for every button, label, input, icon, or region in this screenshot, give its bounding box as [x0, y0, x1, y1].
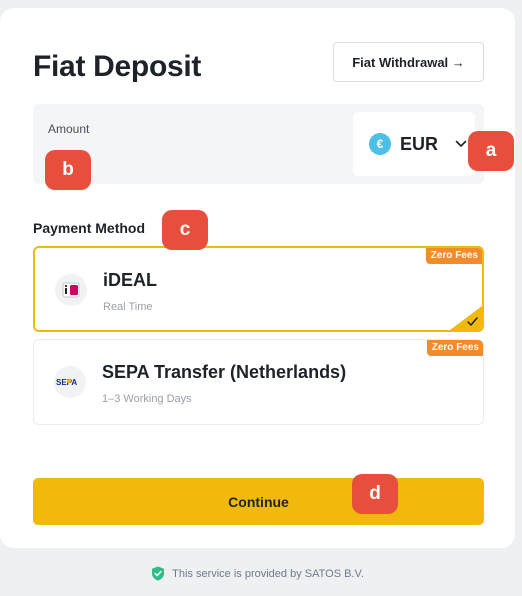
marker-d: d — [352, 474, 398, 514]
marker-b: b — [45, 150, 91, 190]
shield-check-icon — [152, 566, 165, 581]
selected-check-icon — [450, 306, 482, 330]
marker-c: c — [162, 210, 208, 250]
currency-select[interactable]: € EUR — [353, 112, 475, 176]
footer-text: This service is provided by SATOS B.V. — [172, 567, 364, 580]
method-subtitle: Real Time — [103, 301, 153, 313]
footer: This service is provided by SATOS B.V. — [0, 566, 515, 581]
fiat-withdrawal-button[interactable]: Fiat Withdrawal → — [333, 42, 484, 82]
deposit-card: Fiat Deposit Fiat Withdrawal → Amount € … — [0, 8, 515, 548]
sepa-logo-icon: SEPA — [54, 366, 86, 398]
payment-method-ideal[interactable]: iDEAL Real Time Zero Fees — [33, 246, 484, 332]
method-name: iDEAL — [103, 270, 157, 290]
svg-text:SEPA: SEPA — [56, 378, 77, 387]
amount-label: Amount — [48, 122, 90, 136]
zero-fees-badge: Zero Fees — [426, 340, 483, 356]
zero-fees-badge: Zero Fees — [425, 248, 482, 264]
currency-code: EUR — [400, 133, 439, 154]
page-title: Fiat Deposit — [33, 50, 202, 83]
payment-method-label: Payment Method — [33, 220, 146, 236]
payment-method-sepa[interactable]: SEPA SEPA Transfer (Netherlands) 1–3 Wor… — [33, 339, 484, 425]
amount-field[interactable]: Amount € EUR — [33, 104, 484, 184]
euro-icon: € — [369, 133, 391, 155]
method-name: SEPA Transfer (Netherlands) — [102, 362, 347, 382]
ideal-logo-icon — [55, 274, 87, 306]
marker-a: a — [468, 131, 514, 171]
method-subtitle: 1–3 Working Days — [102, 393, 192, 405]
continue-button[interactable]: Continue — [33, 478, 484, 525]
chevron-down-icon — [455, 140, 467, 148]
